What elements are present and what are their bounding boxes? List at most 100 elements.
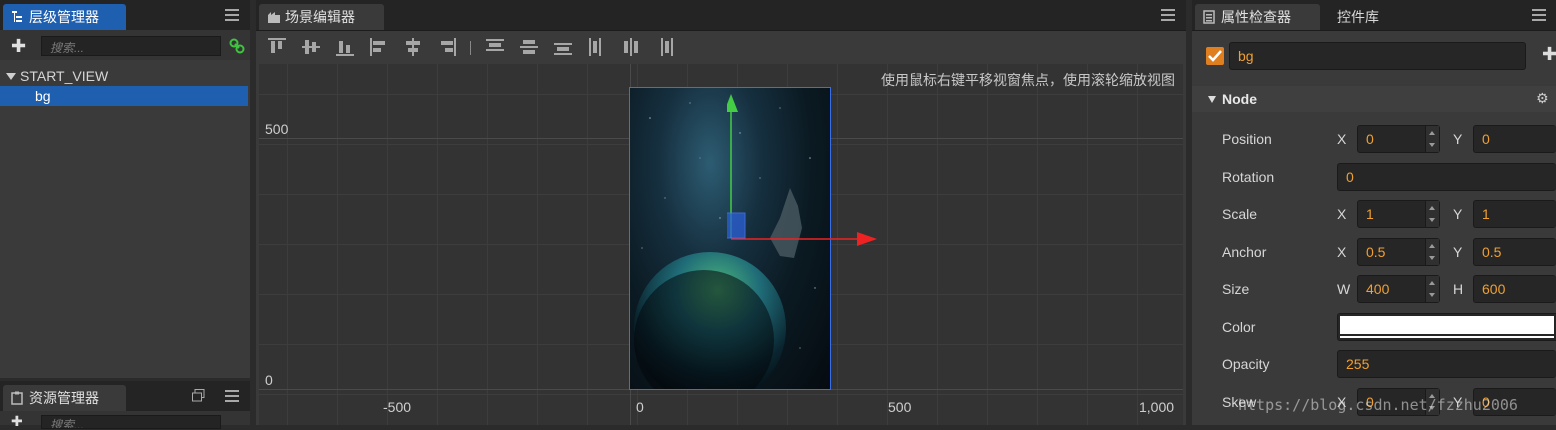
distribute-hcenter-icon[interactable] bbox=[622, 38, 640, 56]
scene-menu-icon[interactable] bbox=[1161, 9, 1175, 21]
hierarchy-search-input[interactable]: 搜索... bbox=[41, 36, 221, 56]
rotation-label: Rotation bbox=[1222, 169, 1275, 185]
value: 0 bbox=[1366, 131, 1374, 147]
y-axis-label: 0 bbox=[265, 372, 273, 388]
tab-assets[interactable]: 资源管理器 bbox=[3, 385, 126, 411]
collapse-arrow-icon[interactable] bbox=[1208, 96, 1216, 103]
spinner[interactable] bbox=[1425, 276, 1439, 302]
inspector-tabbar: 属性检查器 控件库 bbox=[1192, 0, 1556, 31]
size-h-input[interactable]: 600 bbox=[1473, 275, 1556, 303]
x-axis-label: 1,000 bbox=[1139, 399, 1175, 415]
hierarchy-panel: 层级管理器 ✚ 搜索... START_VIEW bg bbox=[0, 0, 250, 378]
link-icon[interactable] bbox=[229, 38, 245, 57]
anchor-y-input[interactable]: 0.5 bbox=[1473, 238, 1556, 266]
tab-scene[interactable]: 场景编辑器 bbox=[259, 4, 384, 30]
expand-arrow-icon[interactable] bbox=[6, 73, 16, 80]
x-axis-label: -500 bbox=[383, 399, 412, 415]
inspector-panel: 属性检查器 控件库 bg ✚ Node ⚙ Position X 0 Y 0 R… bbox=[1192, 0, 1556, 425]
scale-label: Scale bbox=[1222, 206, 1258, 222]
section-title: Node bbox=[1222, 91, 1257, 107]
distribute-bottom-icon[interactable] bbox=[554, 38, 572, 56]
scale-y-input[interactable]: 1 bbox=[1473, 200, 1556, 228]
position-x-label: X bbox=[1337, 131, 1347, 147]
clipboard-icon bbox=[11, 387, 23, 405]
scene-panel: 场景编辑器 使用鼠标右键平移视窗焦点，使用滚轮缩放视图 500 0 -500 0… bbox=[256, 0, 1186, 425]
align-top-icon[interactable] bbox=[268, 38, 286, 56]
popout-icon[interactable] bbox=[192, 389, 205, 405]
assets-search-input[interactable]: 搜索... bbox=[41, 415, 221, 429]
hierarchy-menu-icon[interactable] bbox=[225, 9, 239, 21]
tab-widgets[interactable]: 控件库 bbox=[1327, 4, 1443, 30]
spinner[interactable] bbox=[1425, 126, 1439, 152]
spinner[interactable] bbox=[1425, 201, 1439, 227]
color-swatch[interactable] bbox=[1337, 313, 1556, 341]
hierarchy-tree-icon bbox=[11, 6, 23, 22]
align-toolbar bbox=[256, 32, 1186, 62]
hierarchy-toolbar: ✚ 搜索... bbox=[0, 30, 250, 60]
value: 255 bbox=[1346, 356, 1370, 372]
color-label: Color bbox=[1222, 319, 1256, 335]
position-y-label: Y bbox=[1453, 131, 1463, 147]
size-h-label: H bbox=[1453, 281, 1464, 297]
scale-x-input[interactable]: 1 bbox=[1357, 200, 1440, 228]
position-label: Position bbox=[1222, 131, 1272, 147]
add-component-icon[interactable]: ✚ bbox=[1542, 44, 1556, 65]
tree-item-label: bg bbox=[35, 88, 51, 104]
x-axis-label: 0 bbox=[636, 399, 644, 415]
hierarchy-tabbar: 层级管理器 bbox=[0, 0, 250, 31]
scale-x-label: X bbox=[1337, 206, 1347, 222]
size-label: Size bbox=[1222, 281, 1250, 297]
size-w-input[interactable]: 400 bbox=[1357, 275, 1440, 303]
align-right-icon[interactable] bbox=[438, 38, 456, 56]
value: 1 bbox=[1366, 206, 1374, 222]
node-active-checkbox[interactable] bbox=[1206, 47, 1224, 65]
anchor-label: Anchor bbox=[1222, 244, 1267, 260]
spinner[interactable] bbox=[1425, 239, 1439, 265]
tab-inspector[interactable]: 属性检查器 bbox=[1195, 4, 1320, 30]
inspector-icon bbox=[1203, 6, 1215, 24]
align-hcenter-icon[interactable] bbox=[404, 38, 422, 56]
opacity-label: Opacity bbox=[1222, 356, 1270, 372]
x-axis-arrow-icon bbox=[857, 232, 877, 246]
toolbar-separator bbox=[470, 41, 471, 55]
value: 0.5 bbox=[1366, 244, 1386, 260]
assets-menu-icon[interactable] bbox=[225, 390, 239, 402]
tab-assets-label: 资源管理器 bbox=[29, 390, 99, 406]
position-x-input[interactable]: 0 bbox=[1357, 125, 1440, 153]
position-y-input[interactable]: 0 bbox=[1473, 125, 1556, 153]
tab-hierarchy-label: 层级管理器 bbox=[29, 9, 99, 25]
distribute-top-icon[interactable] bbox=[486, 38, 504, 56]
tree-item-start-view[interactable]: START_VIEW bbox=[0, 66, 248, 86]
opacity-input[interactable]: 255 bbox=[1337, 350, 1556, 378]
node-name-input[interactable]: bg bbox=[1229, 42, 1526, 70]
distribute-vcenter-icon[interactable] bbox=[520, 38, 538, 56]
distribute-left-icon[interactable] bbox=[588, 38, 606, 56]
value: 600 bbox=[1482, 281, 1506, 297]
move-gizmo[interactable] bbox=[727, 92, 887, 252]
rotation-input[interactable]: 0 bbox=[1337, 163, 1556, 191]
inspector-menu-icon[interactable] bbox=[1532, 9, 1546, 21]
add-node-icon[interactable]: ✚ bbox=[11, 36, 26, 57]
add-asset-icon[interactable]: ✚ bbox=[11, 413, 23, 430]
distribute-right-icon[interactable] bbox=[656, 38, 674, 56]
scene-icon bbox=[267, 6, 280, 23]
y-axis-label: 500 bbox=[265, 121, 289, 137]
value: 1 bbox=[1482, 206, 1490, 222]
align-bottom-icon[interactable] bbox=[336, 38, 354, 56]
align-left-icon[interactable] bbox=[370, 38, 388, 56]
align-vcenter-icon[interactable] bbox=[302, 38, 320, 56]
assets-panel: 资源管理器 ✚ 搜索... bbox=[0, 381, 250, 429]
scene-canvas[interactable]: 使用鼠标右键平移视窗焦点，使用滚轮缩放视图 500 0 -500 0 500 1… bbox=[259, 64, 1183, 425]
tree-item-bg[interactable]: bg bbox=[0, 86, 248, 106]
gear-icon[interactable]: ⚙ bbox=[1536, 90, 1549, 107]
assets-toolbar: ✚ 搜索... bbox=[0, 411, 250, 429]
scale-y-label: Y bbox=[1453, 206, 1463, 222]
anchor-x-label: X bbox=[1337, 244, 1347, 260]
tab-widgets-label: 控件库 bbox=[1337, 9, 1379, 25]
tab-hierarchy[interactable]: 层级管理器 bbox=[3, 4, 126, 30]
size-w-label: W bbox=[1337, 281, 1351, 297]
y-axis-arrow-icon bbox=[727, 94, 738, 112]
anchor-x-input[interactable]: 0.5 bbox=[1357, 238, 1440, 266]
assets-tabbar: 资源管理器 bbox=[0, 381, 250, 412]
node-section-header[interactable]: Node ⚙ bbox=[1192, 86, 1556, 112]
